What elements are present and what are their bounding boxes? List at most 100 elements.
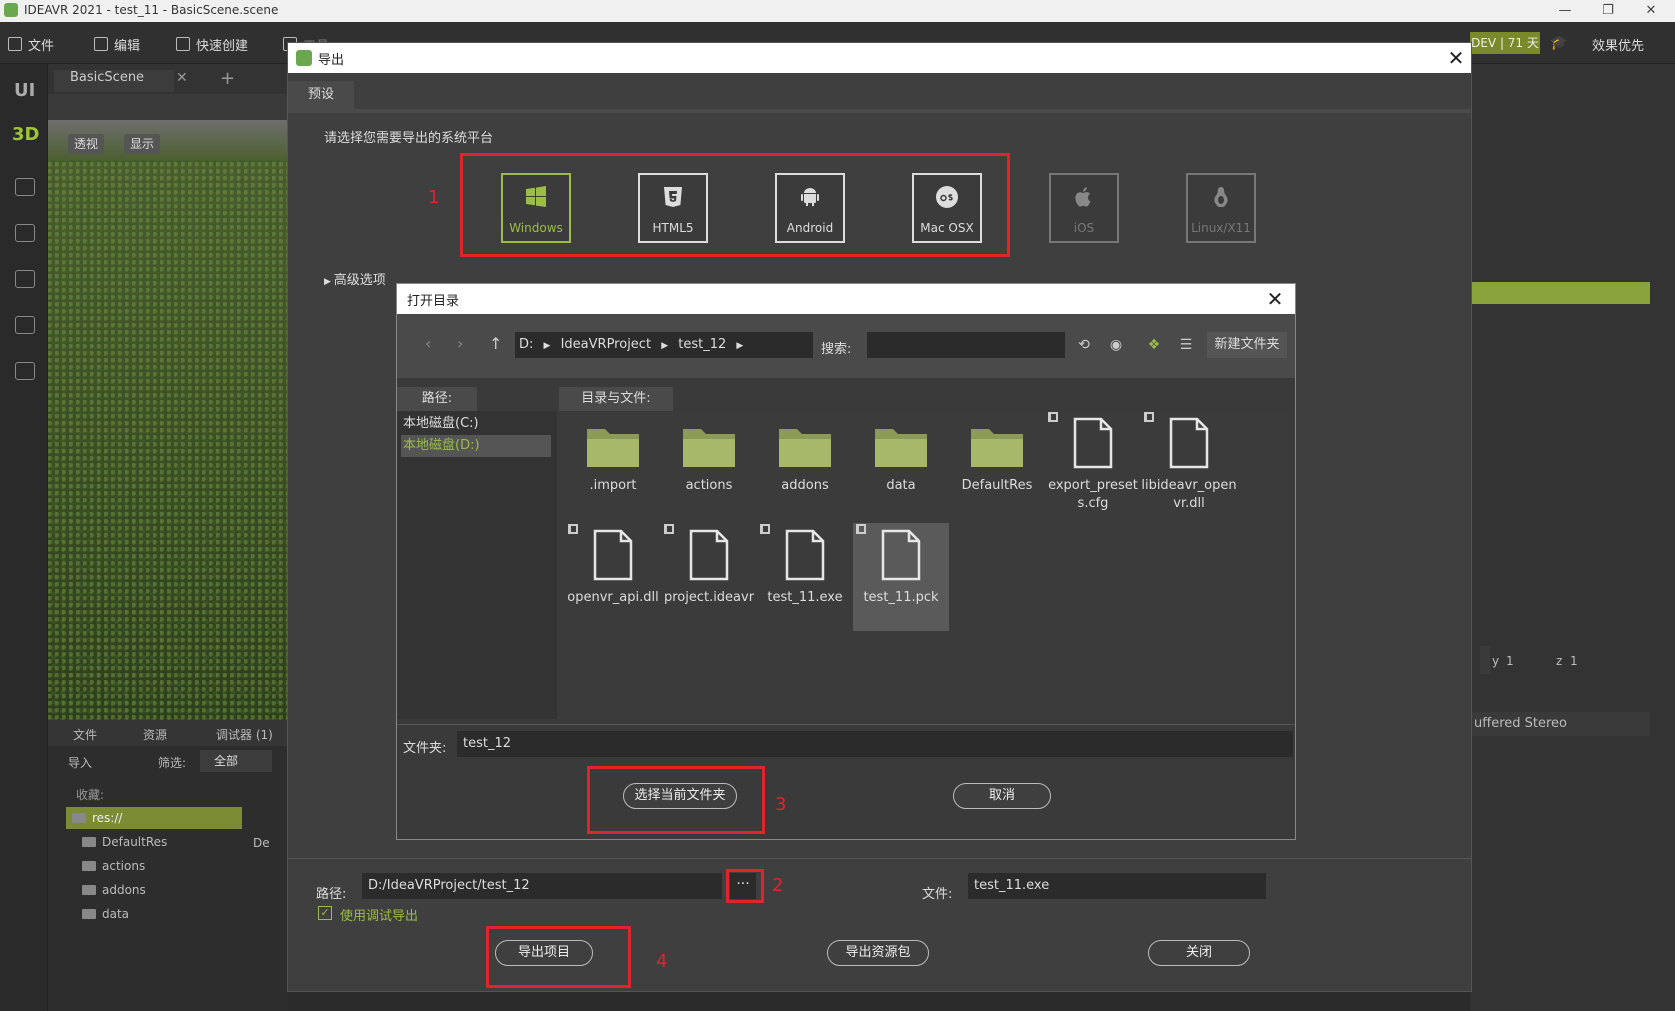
- tree-item-data[interactable]: data: [82, 907, 129, 921]
- open-directory-dialog: 打开目录 ✕ ‹ › ↑ D: ▶ IdeaVRProject ▶ test_1…: [396, 283, 1296, 840]
- folder-icon: [72, 813, 86, 823]
- import-icon[interactable]: [15, 362, 35, 380]
- 3d-mode-tab[interactable]: 3D: [12, 124, 39, 145]
- forward-icon[interactable]: ›: [457, 334, 463, 353]
- graduation-cap-icon[interactable]: 🎓: [1550, 35, 1567, 51]
- item-label: test_11.exe: [767, 590, 843, 605]
- left-dock: UI 3D: [0, 64, 48, 1011]
- list-view-icon[interactable]: ☰: [1177, 336, 1195, 354]
- folder-label: 文件夹:: [403, 741, 447, 756]
- tab-files[interactable]: 文件: [73, 726, 97, 743]
- node-graph-icon[interactable]: [15, 178, 35, 196]
- import-button[interactable]: 导入: [68, 754, 92, 771]
- folder-item-actions[interactable]: actions: [661, 411, 757, 519]
- add-tab-icon[interactable]: +: [220, 68, 235, 89]
- refresh-icon[interactable]: ⟲: [1075, 336, 1093, 354]
- tab-debugger[interactable]: 调试器 (1): [216, 726, 273, 743]
- tree-item-res[interactable]: res://: [72, 811, 122, 825]
- advanced-options-toggle[interactable]: ▶ 高级选项: [324, 269, 386, 288]
- file-item-test-exe[interactable]: test_11.exe: [757, 523, 853, 631]
- menu-file[interactable]: 文件: [8, 34, 54, 54]
- window-close-icon[interactable]: ✕: [1631, 1, 1671, 21]
- item-label: export_presets.cfg: [1048, 478, 1138, 511]
- window-titlebar: IDEAVR 2021 - test_11 - BasicScene.scene…: [0, 0, 1675, 22]
- tree-item-defaultres[interactable]: DefaultRes: [82, 835, 167, 849]
- path-input[interactable]: D:/IdeaVRProject/test_12: [362, 873, 722, 899]
- debug-export-checkbox[interactable]: ✓: [318, 906, 332, 920]
- open-dialog-title: 打开目录: [407, 294, 460, 309]
- export-dialog-titlebar: 导出 ✕: [288, 43, 1471, 73]
- favorites-label: 收藏:: [76, 788, 105, 802]
- file-item-test-pck[interactable]: test_11.pck: [853, 523, 949, 631]
- grid-view-icon[interactable]: ❖: [1145, 336, 1163, 354]
- y-value[interactable]: 1: [1506, 654, 1514, 668]
- caret-right-icon: ▶: [661, 341, 669, 351]
- drive-c[interactable]: 本地磁盘(C:): [401, 413, 551, 435]
- new-folder-button[interactable]: 新建文件夹: [1207, 332, 1287, 358]
- caret-right-icon: ▶: [543, 341, 551, 351]
- tab-close-icon[interactable]: ✕: [176, 70, 188, 86]
- export-close-icon[interactable]: ✕: [1443, 45, 1469, 71]
- file-input[interactable]: test_11.exe: [968, 873, 1266, 899]
- export-pack-button[interactable]: 导出资源包: [827, 940, 929, 966]
- drive-d[interactable]: 本地磁盘(D:): [401, 435, 551, 457]
- tab-preset[interactable]: 预设: [288, 81, 354, 109]
- dev-badge: DEV | 71 天: [1470, 32, 1540, 54]
- tree-item-actions[interactable]: actions: [82, 859, 145, 873]
- folder-input[interactable]: test_12: [457, 731, 1293, 757]
- z-axis-label: z: [1556, 654, 1563, 668]
- search-input[interactable]: [867, 332, 1065, 358]
- folder-row: 文件夹: test_12: [397, 724, 1295, 764]
- tree-item-addons[interactable]: addons: [82, 883, 146, 897]
- search-label: 搜索:: [821, 342, 852, 357]
- cancel-button[interactable]: 取消: [953, 783, 1051, 809]
- perspective-button[interactable]: 透视: [68, 134, 105, 154]
- folder-item-import[interactable]: .import: [565, 411, 661, 519]
- store-icon[interactable]: [15, 224, 35, 242]
- scene-viewport[interactable]: [48, 120, 288, 720]
- file-item-libideavr[interactable]: libideavr_openvr.dll: [1141, 411, 1237, 519]
- folder-icon: [683, 429, 735, 467]
- quality-mode[interactable]: 效果优先: [1592, 35, 1644, 54]
- file-item-openvr-api[interactable]: openvr_api.dll: [565, 523, 661, 631]
- tab-strip: [288, 109, 1471, 113]
- menu-quick-create[interactable]: 快速创建: [176, 34, 248, 54]
- z-value[interactable]: 1: [1570, 654, 1578, 668]
- xyz-field-left[interactable]: [1480, 646, 1490, 674]
- ui-mode-tab[interactable]: UI: [14, 80, 35, 101]
- files-pane-header: 目录与文件:: [559, 387, 673, 411]
- eye-icon[interactable]: ◉: [1107, 336, 1125, 354]
- folder-item-data[interactable]: data: [853, 411, 949, 519]
- folder-icon: [875, 429, 927, 467]
- close-button[interactable]: 关闭: [1148, 940, 1250, 966]
- folder-icon: [587, 429, 639, 467]
- platform-ios[interactable]: iOS: [1049, 173, 1119, 243]
- crop-icon: [94, 37, 108, 51]
- file-item-export-presets[interactable]: export_presets.cfg: [1045, 411, 1141, 519]
- breadcrumb[interactable]: D: ▶ IdeaVRProject ▶ test_12 ▶: [515, 332, 813, 358]
- folder-item-addons[interactable]: addons: [757, 411, 853, 519]
- menu-edit[interactable]: 编辑: [94, 34, 140, 54]
- file-item-project[interactable]: project.ideavr: [661, 523, 757, 631]
- restore-icon[interactable]: ❐: [1588, 1, 1628, 21]
- scene-tab-bar: BasicScene ✕ +: [48, 64, 288, 94]
- minimize-icon[interactable]: —: [1545, 1, 1585, 21]
- platform-linux[interactable]: Linux/X11: [1186, 173, 1256, 243]
- stereo-mode-select[interactable]: uffered Stereo: [1470, 712, 1650, 736]
- display-button[interactable]: 显示: [124, 134, 161, 154]
- annotation-number-1: 1: [428, 187, 440, 208]
- inspector-highlight: [1470, 282, 1650, 304]
- scene-tab-label[interactable]: BasicScene: [70, 70, 144, 85]
- folder-item-defaultres[interactable]: DefaultRes: [949, 411, 1045, 519]
- folder-icon: [779, 429, 831, 467]
- settings-panel-icon[interactable]: [15, 270, 35, 288]
- up-icon[interactable]: ↑: [489, 334, 502, 353]
- item-label: openvr_api.dll: [567, 590, 659, 605]
- export-icon[interactable]: [15, 316, 35, 334]
- annotation-number-3: 3: [775, 794, 787, 815]
- open-dialog-close-icon[interactable]: ✕: [1261, 286, 1289, 312]
- back-icon[interactable]: ‹: [425, 334, 431, 353]
- caret-right-icon: ▶: [736, 341, 744, 351]
- tab-resources[interactable]: 资源: [143, 726, 167, 743]
- filter-select[interactable]: 全部: [200, 750, 272, 772]
